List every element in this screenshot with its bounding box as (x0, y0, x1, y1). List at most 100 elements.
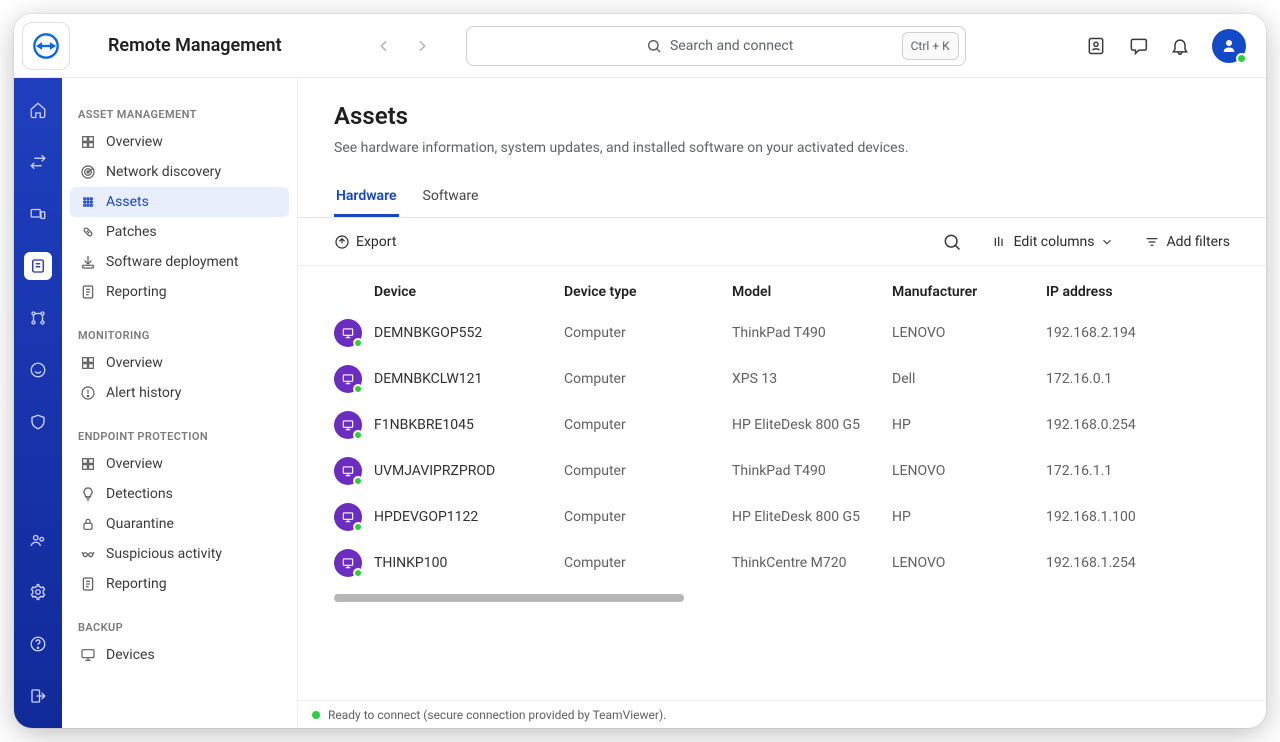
cell-ip: 192.168.2.194 (1046, 325, 1206, 341)
mask-icon (80, 546, 96, 562)
app-logo[interactable] (22, 22, 70, 70)
sidebar-group: ASSET MANAGEMENTOverviewNetwork discover… (70, 100, 289, 307)
cell-ip: 192.168.0.254 (1046, 417, 1206, 433)
sidebar-item-detections[interactable]: Detections (70, 479, 289, 509)
online-dot-icon (353, 384, 363, 394)
patch-icon (80, 224, 96, 240)
scrollbar-thumb[interactable] (334, 594, 684, 602)
user-avatar[interactable] (1212, 29, 1246, 63)
rail-item-settings[interactable] (24, 578, 52, 606)
online-dot-icon (353, 568, 363, 578)
sidebar-group: ENDPOINT PROTECTION Overview Detections Qua… (70, 422, 289, 599)
column-header[interactable]: Device (374, 284, 564, 300)
sidebar-item-patches[interactable]: Patches (70, 217, 289, 247)
rail-item-workflow[interactable] (24, 304, 52, 332)
sidebar-item-reporting[interactable]: Reporting (70, 569, 289, 599)
sidebar-item-label: Quarantine (106, 516, 174, 532)
cell-model: XPS 13 (732, 371, 892, 387)
nav-arrows (376, 38, 430, 54)
nav-back-icon[interactable] (376, 38, 392, 54)
sidebar-heading: MONITORING (70, 321, 289, 348)
status-dot-icon (1236, 53, 1247, 64)
table-row[interactable]: HPDEVGOP1122ComputerHP EliteDesk 800 G5H… (298, 494, 1266, 540)
table-row[interactable]: DEMNBKGOP552ComputerThinkPad T490LENOVO1… (298, 310, 1266, 356)
topbar-left: Remote Management (14, 14, 282, 78)
page-subtitle: See hardware information, system updates… (334, 140, 1230, 156)
sidebar-item-overview[interactable]: Overview (70, 127, 289, 157)
rail-item-swap[interactable] (24, 148, 52, 176)
sidebar-item-suspicious-activity[interactable]: Suspicious activity (70, 539, 289, 569)
search-placeholder: Search and connect (670, 38, 793, 54)
horizontal-scrollbar[interactable] (334, 594, 1230, 604)
add-filters-button[interactable]: Add filters (1144, 234, 1230, 250)
column-header[interactable]: Device type (564, 284, 732, 300)
cell-device: DEMNBKCLW121 (374, 371, 564, 387)
rail-item-shield[interactable] (24, 408, 52, 436)
online-dot-icon (353, 476, 363, 486)
column-header[interactable]: Model (732, 284, 892, 300)
table-row[interactable]: UVMJAVIPRZPRODComputerThinkPad T490LENOV… (298, 448, 1266, 494)
sidebar: ASSET MANAGEMENTOverviewNetwork discover… (62, 78, 298, 728)
shield-icon (29, 413, 47, 431)
sidebar-item-label: Overview (106, 134, 163, 150)
sidebar-item-quarantine[interactable]: Quarantine (70, 509, 289, 539)
rail-item-help[interactable] (24, 630, 52, 658)
rail-item-devices[interactable] (24, 200, 52, 228)
cell-model: HP EliteDesk 800 G5 (732, 417, 892, 433)
rail-item-exit[interactable] (24, 682, 52, 710)
table-row[interactable]: THINKP100ComputerThinkCentre M720LENOVO1… (298, 540, 1266, 586)
rail-item-home[interactable] (24, 96, 52, 124)
sidebar-item-assets[interactable]: Assets (70, 187, 289, 217)
teamviewer-logo-icon (32, 32, 60, 60)
statusbar: Ready to connect (secure connection prov… (298, 700, 1266, 728)
rail-item-support[interactable] (24, 356, 52, 384)
rail-item-users[interactable] (24, 526, 52, 554)
sidebar-item-label: Overview (106, 456, 163, 472)
device-icon (334, 503, 362, 531)
cell-ip: 192.168.1.254 (1046, 555, 1206, 571)
sidebar-item-label: Alert history (106, 385, 181, 401)
sidebar-item-network-discovery[interactable]: Network discovery (70, 157, 289, 187)
filter-icon (1144, 234, 1160, 250)
table-search-icon[interactable] (942, 232, 962, 252)
sidebar-group: BACKUPDevices (70, 613, 289, 670)
workflow-icon (29, 309, 47, 327)
device-icon (334, 365, 362, 393)
cell-type: Computer (564, 555, 732, 571)
edit-columns-button[interactable]: Edit columns (992, 234, 1115, 250)
status-text: Ready to connect (secure connection prov… (328, 708, 666, 722)
sidebar-item-devices[interactable]: Devices (70, 640, 289, 670)
search-bar[interactable]: Search and connect Ctrl + K (466, 26, 966, 66)
help-icon (29, 635, 47, 653)
column-header[interactable]: IP address (1046, 284, 1206, 300)
export-button[interactable]: Export (334, 234, 396, 250)
sidebar-item-label: Patches (106, 224, 157, 240)
tab-software[interactable]: Software (421, 178, 481, 217)
search-icon (646, 38, 662, 54)
tab-hardware[interactable]: Hardware (334, 178, 399, 217)
report-icon (80, 284, 96, 300)
alert-icon (80, 385, 96, 401)
radar-icon (80, 164, 96, 180)
swap-icon (29, 153, 47, 171)
bell-icon[interactable] (1170, 36, 1190, 56)
column-header[interactable]: Manufacturer (892, 284, 1046, 300)
cell-type: Computer (564, 371, 732, 387)
sidebar-item-software-deployment[interactable]: Software deployment (70, 247, 289, 277)
table-header: DeviceDevice typeModelManufacturerIP add… (298, 266, 1266, 310)
rail-item-assets[interactable] (24, 252, 52, 280)
sidebar-item-overview[interactable]: Overview (70, 348, 289, 378)
nav-forward-icon[interactable] (414, 38, 430, 54)
contact-card-icon[interactable] (1086, 36, 1106, 56)
sidebar-heading: ENDPOINT PROTECTION (70, 422, 289, 449)
table-row[interactable]: F1NBKBRE1045ComputerHP EliteDesk 800 G5H… (298, 402, 1266, 448)
sidebar-item-alert-history[interactable]: Alert history (70, 378, 289, 408)
device-icon (334, 549, 362, 577)
page-title: Assets (334, 102, 1230, 130)
devices-icon (29, 205, 47, 223)
chat-icon[interactable] (1128, 36, 1148, 56)
sidebar-item-overview[interactable]: Overview (70, 449, 289, 479)
table-toolbar: Export Edit columns Add filters (298, 218, 1266, 266)
table-row[interactable]: DEMNBKCLW121ComputerXPS 13Dell172.16.0.1 (298, 356, 1266, 402)
sidebar-item-reporting[interactable]: Reporting (70, 277, 289, 307)
